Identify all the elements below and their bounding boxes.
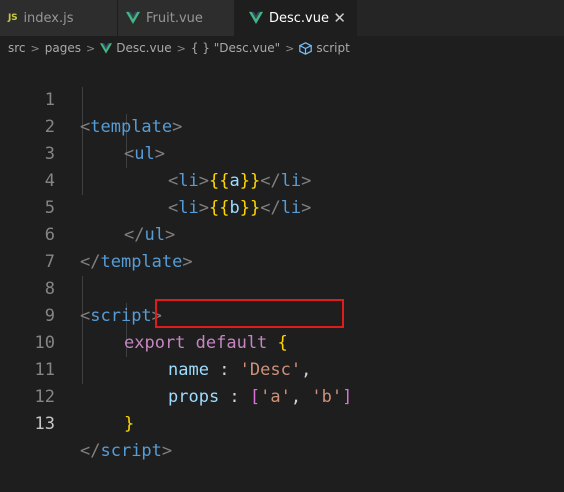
- vue-file-icon: [126, 11, 140, 24]
- code-line: 13 </script>: [0, 384, 564, 461]
- breadcrumb-file-label: Desc.vue: [116, 41, 172, 55]
- chevron-right-icon: >: [285, 41, 295, 55]
- code-line: 12 }: [0, 357, 564, 434]
- tab-label: Desc.vue: [269, 10, 329, 26]
- breadcrumb: src > pages > Desc.vue > { } "Desc.vue" …: [0, 36, 564, 60]
- vue-file-icon: [100, 42, 113, 54]
- breadcrumb-script[interactable]: script: [299, 41, 350, 55]
- code-line: 11 props : ['a', 'b']: [0, 330, 564, 407]
- code-line: 8 <script>: [0, 249, 564, 326]
- close-icon[interactable]: ✕: [333, 9, 346, 27]
- cube-icon: [299, 41, 313, 55]
- js-file-icon: JS: [8, 13, 18, 23]
- code-line: 1 <template>: [0, 60, 564, 137]
- highlight-annotation-box: [155, 299, 344, 328]
- tab-index-js[interactable]: JS index.js: [0, 0, 118, 36]
- chevron-right-icon: >: [176, 41, 186, 55]
- code-line: 2 <ul>: [0, 87, 564, 164]
- code-editor[interactable]: 1 <template> 2 <ul> 3 <li>{{a}}</li> 4 <…: [0, 60, 564, 461]
- breadcrumb-pages[interactable]: pages: [45, 41, 81, 55]
- code-line: 3 <li>{{a}}</li>: [0, 114, 564, 191]
- vue-file-icon: [249, 11, 263, 24]
- code-line: 6 </template>: [0, 195, 564, 272]
- tab-fruit-vue[interactable]: Fruit.vue: [118, 0, 235, 36]
- code-line: 4 <li>{{b}}</li>: [0, 141, 564, 218]
- code-line: 5 </ul>: [0, 168, 564, 245]
- editor-tab-bar: JS index.js Fruit.vue Desc.vue ✕: [0, 0, 564, 36]
- breadcrumb-file[interactable]: Desc.vue: [100, 41, 172, 55]
- breadcrumb-module[interactable]: { } "Desc.vue": [191, 41, 280, 55]
- breadcrumb-script-label: script: [316, 41, 350, 55]
- code-line: 7: [0, 222, 564, 272]
- breadcrumb-src[interactable]: src: [8, 41, 26, 55]
- tab-label: index.js: [23, 10, 74, 26]
- chevron-right-icon: >: [85, 41, 96, 55]
- line-number-active: 13: [34, 414, 55, 434]
- tab-label: Fruit.vue: [146, 10, 203, 26]
- tab-desc-vue[interactable]: Desc.vue ✕: [235, 0, 357, 36]
- chevron-right-icon: >: [30, 41, 40, 55]
